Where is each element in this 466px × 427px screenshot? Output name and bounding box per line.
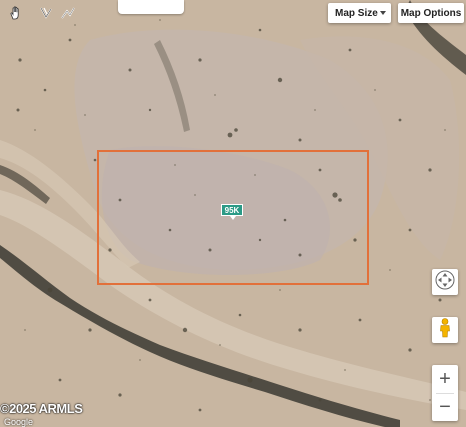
map-viewport[interactable]: Map Size Map Options 95K + − ©2025 ARMLS… [0,0,466,427]
map-options-button[interactable]: Map Options [398,3,464,23]
hand-pan-tool[interactable] [2,2,30,28]
copyright-symbol: © [0,401,10,416]
copyright-watermark: ©2025 ARMLS [0,401,83,416]
zoom-out-label: − [439,395,451,418]
zoom-in-button[interactable]: + [432,365,458,392]
map-size-label: Map Size [335,7,378,19]
hand-icon [8,5,24,26]
top-panel-tab[interactable] [118,0,184,14]
copyright-text: 2025 ARMLS [9,401,83,416]
pegman-icon [438,317,452,343]
map-options-label: Map Options [400,7,462,19]
zoom-in-label: + [439,367,451,390]
street-view-pegman[interactable] [432,317,458,343]
google-logo: Google [4,417,34,427]
polygon-draw-icon [38,5,54,26]
zoom-control: + − [432,365,458,421]
pan-control[interactable] [432,269,458,295]
line-draw-icon [60,5,76,26]
map-size-dropdown[interactable]: Map Size [328,3,391,23]
price-label: 95K [224,205,240,215]
line-draw-tool[interactable] [54,2,82,28]
chevron-down-icon [380,11,386,15]
four-way-arrow-icon [435,270,455,295]
listing-price-marker[interactable]: 95K [221,204,243,220]
zoom-out-button[interactable]: − [432,393,458,420]
